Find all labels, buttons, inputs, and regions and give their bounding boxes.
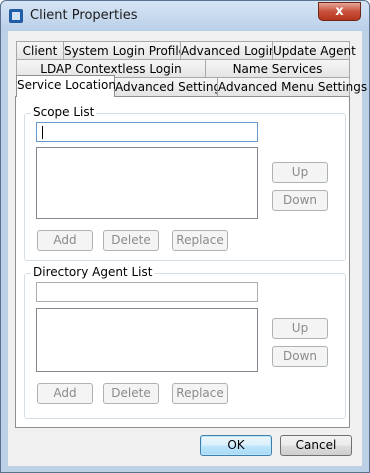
- directory-agent-delete-button[interactable]: Delete: [103, 383, 159, 404]
- service-location-page: Scope List Up Down Add Delete Replace Di…: [15, 96, 350, 428]
- tab-system-login-profiles[interactable]: System Login Profiles: [63, 41, 192, 60]
- client-properties-window: Client Properties x Client System Login …: [0, 0, 370, 473]
- scope-add-button[interactable]: Add: [37, 230, 93, 251]
- tab-service-location[interactable]: Service Location: [16, 75, 116, 97]
- scope-replace-button[interactable]: Replace: [172, 230, 228, 251]
- directory-agent-down-button[interactable]: Down: [272, 346, 328, 367]
- cancel-button[interactable]: Cancel: [280, 435, 352, 456]
- tab-advanced-settings[interactable]: Advanced Settings: [114, 77, 227, 96]
- tab-name-services[interactable]: Name Services: [205, 59, 350, 78]
- tab-update-agent[interactable]: Update Agent: [272, 41, 356, 60]
- text-caret: [42, 126, 43, 139]
- directory-agent-list-group: Directory Agent List Up Down Add Delete …: [24, 265, 346, 419]
- directory-agent-input[interactable]: [36, 282, 258, 302]
- directory-agent-replace-button[interactable]: Replace: [172, 383, 228, 404]
- dialog-body: Client System Login Profiles Advanced Lo…: [8, 31, 367, 466]
- tab-advanced-menu-settings[interactable]: Advanced Menu Settings: [217, 77, 367, 96]
- directory-agent-add-button[interactable]: Add: [37, 383, 93, 404]
- window-title: Client Properties: [30, 8, 138, 23]
- app-icon: [9, 9, 23, 23]
- scope-delete-button[interactable]: Delete: [103, 230, 159, 251]
- close-icon: x: [335, 4, 344, 19]
- directory-agent-listbox[interactable]: [36, 308, 258, 372]
- close-button[interactable]: x: [318, 2, 361, 21]
- title-bar[interactable]: Client Properties x: [1, 1, 369, 31]
- scope-listbox[interactable]: [36, 147, 258, 219]
- directory-agent-up-button[interactable]: Up: [272, 318, 328, 339]
- scope-up-button[interactable]: Up: [272, 162, 328, 183]
- tab-advanced-login[interactable]: Advanced Login: [180, 41, 276, 60]
- scope-input[interactable]: [36, 122, 258, 142]
- directory-agent-list-label: Directory Agent List: [31, 265, 155, 279]
- scope-down-button[interactable]: Down: [272, 190, 328, 211]
- ok-button[interactable]: OK: [200, 435, 272, 456]
- scope-list-label: Scope List: [31, 105, 97, 119]
- tab-client[interactable]: Client: [16, 41, 64, 60]
- scope-list-group: Scope List Up Down Add Delete Replace: [24, 105, 346, 261]
